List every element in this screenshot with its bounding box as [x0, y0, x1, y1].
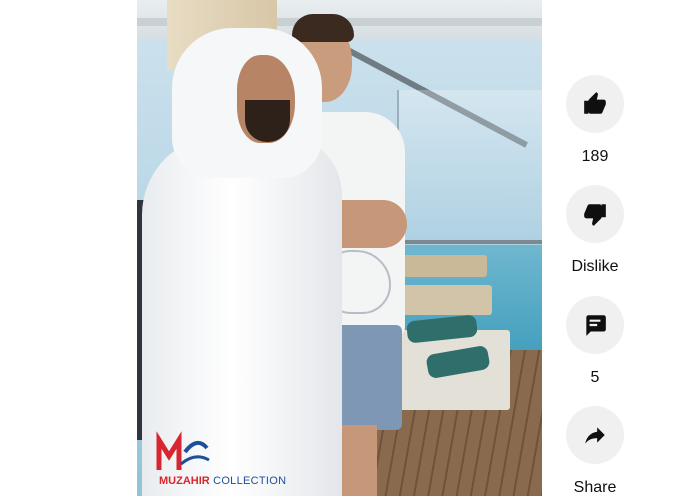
comments-button[interactable]: [566, 296, 624, 354]
share-icon: [585, 427, 605, 444]
watermark-text-part1: MUZAHIR: [159, 475, 210, 487]
video-person-hair: [292, 14, 354, 42]
watermark-text: MUZAHIR COLLECTION: [159, 475, 286, 487]
dislike-action: Dislike: [556, 185, 634, 276]
like-button[interactable]: [566, 75, 624, 133]
video-player[interactable]: MUZAHIR COLLECTION: [137, 0, 542, 496]
like-count: 189: [581, 148, 609, 165]
comments-count: 5: [590, 369, 600, 386]
thumbs-down-icon: [584, 204, 606, 226]
video-person-beard: [245, 100, 290, 142]
share-action: Share: [556, 406, 634, 497]
watermark-text-part2: COLLECTION: [209, 475, 287, 487]
dislike-label: Dislike: [571, 258, 619, 275]
dislike-button[interactable]: [566, 185, 624, 243]
video-pool-edge: [382, 240, 542, 244]
action-bar: 189 Dislike 5 Share: [548, 0, 700, 496]
watermark: MUZAHIR COLLECTION: [151, 430, 311, 490]
watermark-logo-icon: [156, 431, 210, 470]
share-button[interactable]: [566, 406, 624, 464]
thumbs-up-icon: [584, 92, 606, 114]
comments-action: 5: [556, 296, 634, 387]
video-glass: [397, 90, 542, 250]
comment-icon: [586, 315, 606, 336]
share-label: Share: [573, 479, 617, 496]
like-action: 189: [556, 75, 634, 166]
